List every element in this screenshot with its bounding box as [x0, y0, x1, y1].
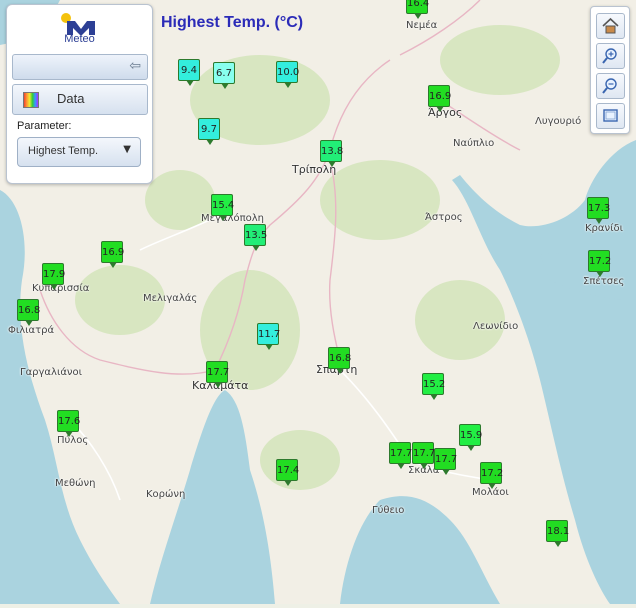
- caret-down-icon: ▼: [123, 144, 131, 155]
- control-panel: Meteo ⇦ Data Parameter: Highest Temp. ▼: [6, 4, 153, 184]
- map-title: Highest Temp. (°C): [161, 14, 304, 31]
- place-label: Άστρος: [425, 212, 463, 223]
- station-marker[interactable]: 11.7: [257, 323, 280, 350]
- place-label: Ναύπλιο: [453, 138, 495, 149]
- station-marker[interactable]: 16.4: [406, 0, 429, 19]
- home-button[interactable]: [596, 13, 625, 39]
- color-palette-icon: [23, 92, 39, 108]
- data-button[interactable]: Data: [12, 84, 148, 115]
- station-marker[interactable]: 17.4: [276, 459, 299, 486]
- station-marker[interactable]: 17.9: [42, 263, 65, 290]
- zoom-out-icon: [602, 78, 617, 94]
- place-label: Σπέτσες: [583, 276, 625, 287]
- zoom-in-icon: [602, 48, 617, 64]
- station-marker[interactable]: 15.2: [422, 373, 445, 400]
- place-label: Κορώνη: [146, 489, 186, 500]
- zoom-in-button[interactable]: [596, 43, 625, 69]
- place-label: Μεθώνη: [55, 478, 96, 489]
- logo-text: Meteo: [64, 33, 95, 45]
- station-marker[interactable]: 9.7: [198, 118, 220, 145]
- station-marker[interactable]: 17.7: [206, 361, 229, 388]
- place-label: Λυγουριό: [535, 116, 582, 127]
- station-marker[interactable]: 16.9: [101, 241, 124, 268]
- place-label: Λεωνίδιο: [473, 321, 519, 332]
- zoom-out-button[interactable]: [596, 73, 625, 99]
- station-marker[interactable]: 17.7: [389, 442, 412, 469]
- arrow-left-icon[interactable]: ⇦: [129, 58, 141, 74]
- home-icon: [602, 17, 619, 34]
- station-marker[interactable]: 17.7: [412, 442, 435, 469]
- place-label: Μελιγαλάς: [143, 293, 198, 304]
- station-marker[interactable]: 16.9: [428, 85, 451, 112]
- station-marker[interactable]: 13.5: [244, 224, 267, 251]
- place-label: Φιλιατρά: [8, 325, 55, 336]
- place-label: Κρανίδι: [585, 223, 623, 234]
- place-label: Νεμέα: [406, 20, 438, 31]
- place-label: Γαργαλιάνοι: [20, 367, 83, 378]
- time-slider[interactable]: ⇦: [12, 54, 148, 80]
- data-button-label: Data: [57, 91, 85, 106]
- station-marker[interactable]: 17.7: [434, 448, 457, 475]
- parameter-select-value: Highest Temp.: [28, 145, 99, 157]
- station-marker[interactable]: 15.9: [459, 424, 482, 451]
- map-toolbar: [590, 6, 630, 134]
- station-marker[interactable]: 17.2: [480, 462, 503, 489]
- station-marker[interactable]: 9.4: [178, 59, 200, 86]
- station-marker[interactable]: 13.8: [320, 140, 343, 167]
- station-marker[interactable]: 6.7: [213, 62, 235, 89]
- station-marker[interactable]: 18.1: [546, 520, 569, 547]
- station-marker[interactable]: 17.3: [587, 197, 610, 224]
- parameter-label: Parameter:: [17, 120, 72, 132]
- station-marker[interactable]: 15.4: [211, 194, 234, 221]
- station-marker[interactable]: 17.2: [588, 250, 611, 277]
- meteo-logo: [61, 13, 95, 36]
- parameter-select[interactable]: Highest Temp. ▼: [17, 137, 141, 167]
- fullscreen-icon: [603, 109, 618, 122]
- station-marker[interactable]: 16.8: [328, 347, 351, 374]
- fullscreen-button[interactable]: [596, 103, 625, 129]
- station-marker[interactable]: 17.6: [57, 410, 80, 437]
- station-marker[interactable]: 10.0: [276, 61, 299, 88]
- station-marker[interactable]: 16.8: [17, 299, 40, 326]
- place-label: Γύθειο: [372, 505, 405, 516]
